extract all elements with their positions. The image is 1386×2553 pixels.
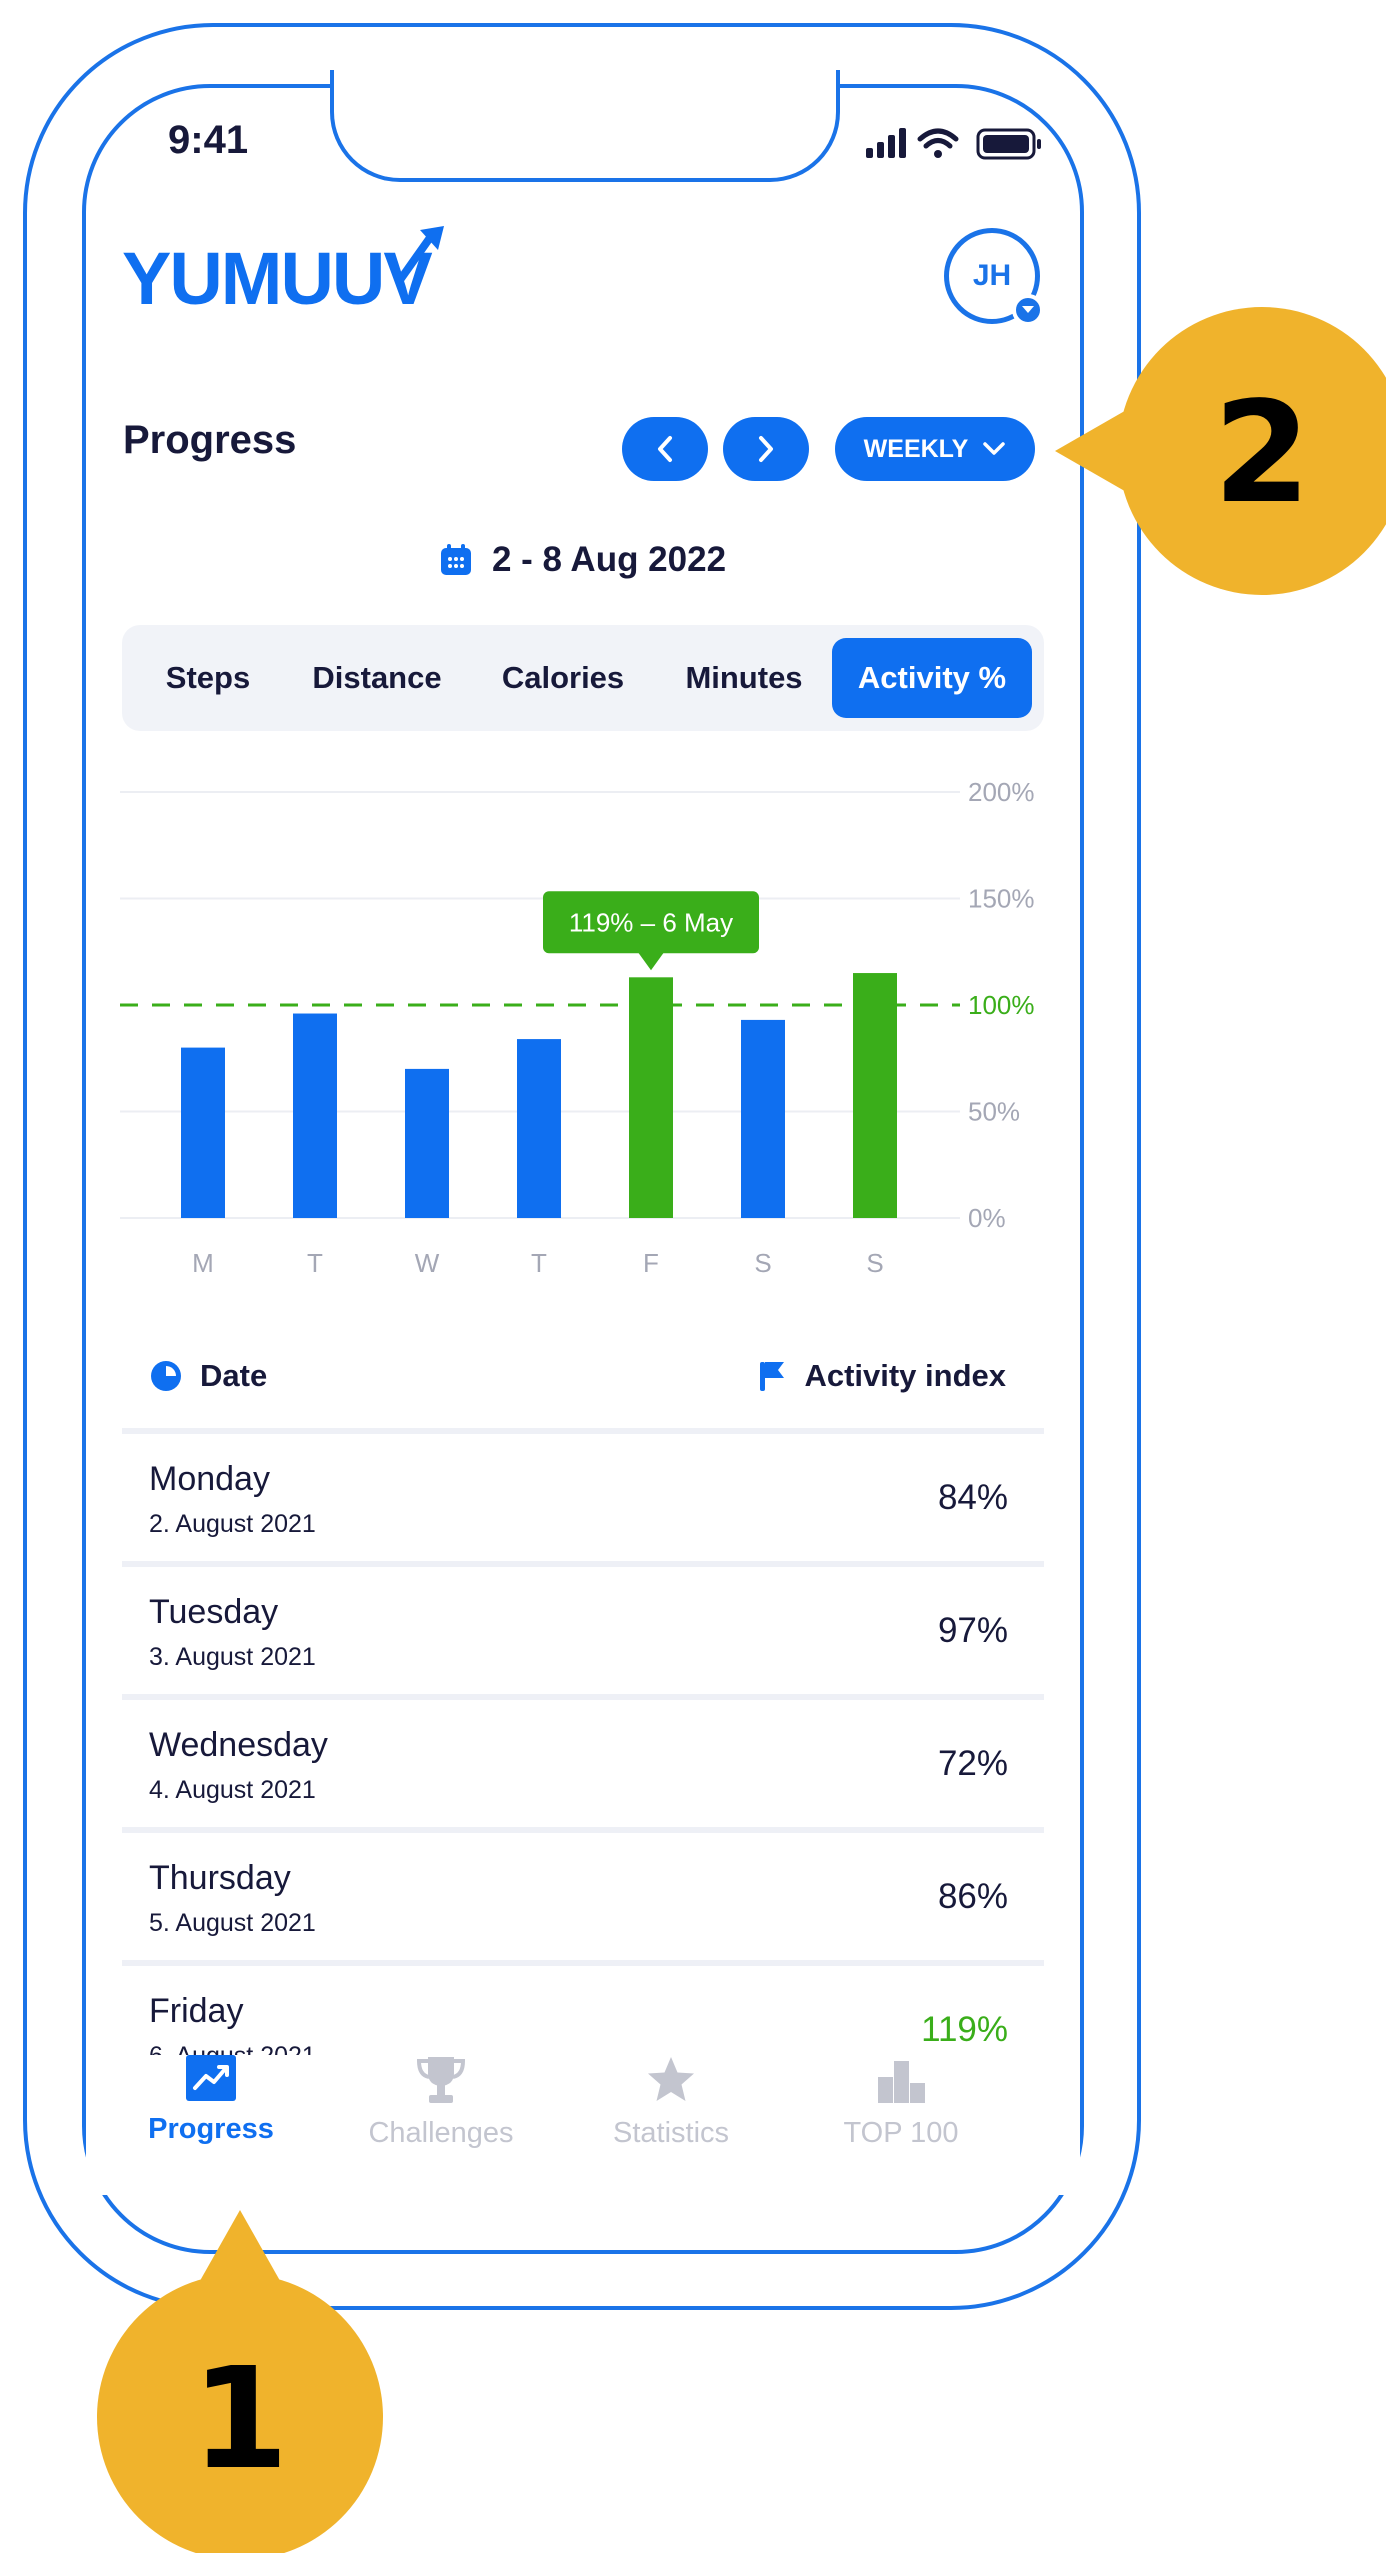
tab-activity-percent[interactable]: Activity % [832, 638, 1032, 718]
previous-period-button[interactable] [622, 417, 708, 481]
cellular-signal-icon [866, 128, 906, 158]
x-tick-label: S [866, 1248, 883, 1278]
row-value: 97% [937, 1611, 1008, 1650]
date-column-label: Date [200, 1358, 268, 1393]
callout-1-number: 1 [191, 2338, 288, 2501]
app-logo: YUMUUV [122, 226, 444, 310]
x-tick-label: T [531, 1248, 547, 1278]
row-date: 4. August 2021 [149, 1776, 316, 1804]
chart-tooltip: 119% – 6 May [543, 891, 759, 971]
row-day: Thursday [149, 1859, 291, 1897]
page-title: Progress [123, 418, 297, 462]
activity-column-label: Activity index [804, 1358, 1006, 1393]
tab-distance[interactable]: Distance [284, 638, 470, 718]
clock-icon [151, 1361, 181, 1391]
chart-bar [517, 1039, 561, 1218]
y-tick-label: 100% [968, 990, 1035, 1020]
nav-statistics[interactable]: Statistics [556, 2055, 786, 2150]
x-tick-label: S [754, 1248, 771, 1278]
podium-icon [878, 2061, 925, 2103]
bottom-navigation: Progress Challenges Statistics TOP 100 [86, 2055, 1080, 2195]
chart-bar [741, 1019, 785, 1218]
callout-2-marker: 2 [1055, 307, 1386, 595]
tab-calories[interactable]: Calories [470, 638, 656, 718]
row-value: 119% [921, 2010, 1008, 2049]
row-day: Monday [149, 1460, 270, 1498]
row-value: 86% [937, 1877, 1008, 1916]
calendar-icon [440, 544, 471, 575]
nav-top100-label: TOP 100 [843, 2117, 959, 2149]
table-row[interactable]: Wednesday 4. August 2021 72% [122, 1700, 1044, 1833]
chart-bar [629, 977, 673, 1218]
period-label: WEEKLY [863, 434, 969, 463]
period-dropdown[interactable]: WEEKLY [835, 417, 1035, 481]
status-time: 9:41 [168, 118, 249, 162]
row-date: 6. August 2021 [149, 2042, 316, 2056]
table-row[interactable]: Thursday 5. August 2021 86% [122, 1833, 1044, 1966]
row-value: 84% [937, 1478, 1008, 1517]
chart-bar [853, 973, 897, 1218]
activity-chart: 200% 150% 100% 50% 0% M T W T F S S 119% – 6 May [120, 777, 1035, 1278]
x-tick-label: W [415, 1248, 440, 1278]
date-column-header[interactable]: Date [150, 1358, 267, 1394]
chevron-right-icon [759, 436, 773, 462]
x-tick-label: T [307, 1248, 323, 1278]
chart-bar [293, 1013, 337, 1218]
nav-progress-label: Progress [148, 2113, 274, 2145]
callout-1-marker: 1 [97, 2210, 383, 2553]
row-date: 5. August 2021 [149, 1909, 316, 1937]
table-row[interactable]: Friday 6. August 2021 119% [122, 1966, 1044, 2056]
date-range-text: 2 - 8 Aug 2022 [491, 540, 727, 579]
tab-steps[interactable]: Steps [132, 638, 284, 718]
row-date: 3. August 2021 [149, 1643, 316, 1671]
avatar-initials: JH [972, 259, 1012, 292]
nav-top100[interactable]: TOP 100 [786, 2055, 1016, 2150]
status-icons [866, 128, 1041, 160]
metric-tabs: Steps Distance Calories Minutes Activity… [122, 625, 1044, 731]
y-tick-label: 0% [968, 1203, 1006, 1233]
y-tick-label: 150% [968, 884, 1035, 914]
y-tick-label: 200% [968, 777, 1035, 807]
chart-bar [405, 1068, 449, 1218]
tooltip-pointer [638, 952, 664, 971]
table-row[interactable]: Monday 2. August 2021 84% [122, 1434, 1044, 1567]
x-tick-label: F [643, 1248, 659, 1278]
row-date: 2. August 2021 [149, 1510, 316, 1538]
chart-icon [186, 2055, 236, 2101]
wifi-icon [917, 128, 959, 158]
row-day: Tuesday [149, 1593, 279, 1631]
chart-bars [181, 973, 897, 1218]
table-header: Date Activity index [122, 1340, 1044, 1434]
nav-challenges[interactable]: Challenges [326, 2055, 556, 2150]
chevron-down-icon [983, 442, 1006, 455]
row-day: Wednesday [149, 1726, 328, 1764]
flag-icon [760, 1362, 785, 1391]
x-tick-label: M [192, 1248, 214, 1278]
trophy-icon [416, 2057, 466, 2103]
y-tick-label: 50% [968, 1097, 1020, 1127]
phone-notch [330, 70, 840, 182]
tab-minutes[interactable]: Minutes [656, 638, 832, 718]
nav-challenges-label: Challenges [368, 2117, 514, 2149]
tooltip-text: 119% – 6 May [569, 907, 733, 937]
next-period-button[interactable] [723, 417, 809, 481]
nav-statistics-label: Statistics [612, 2117, 730, 2149]
row-day: Friday [149, 1992, 244, 2030]
callout-2-number: 2 [1213, 372, 1310, 535]
nav-progress[interactable]: Progress [96, 2055, 326, 2146]
svg-text:YUMUUV: YUMUUV [122, 237, 432, 310]
row-value: 72% [937, 1744, 1008, 1783]
avatar-dropdown-icon[interactable] [1012, 294, 1044, 326]
star-icon [648, 2057, 694, 2101]
chevron-left-icon [658, 436, 672, 462]
battery-icon [976, 128, 1041, 160]
activity-column-header[interactable]: Activity index [758, 1358, 1006, 1394]
table-row[interactable]: Tuesday 3. August 2021 97% [122, 1567, 1044, 1700]
date-range[interactable]: 2 - 8 Aug 2022 [0, 540, 1166, 580]
chart-bar [181, 1047, 225, 1218]
